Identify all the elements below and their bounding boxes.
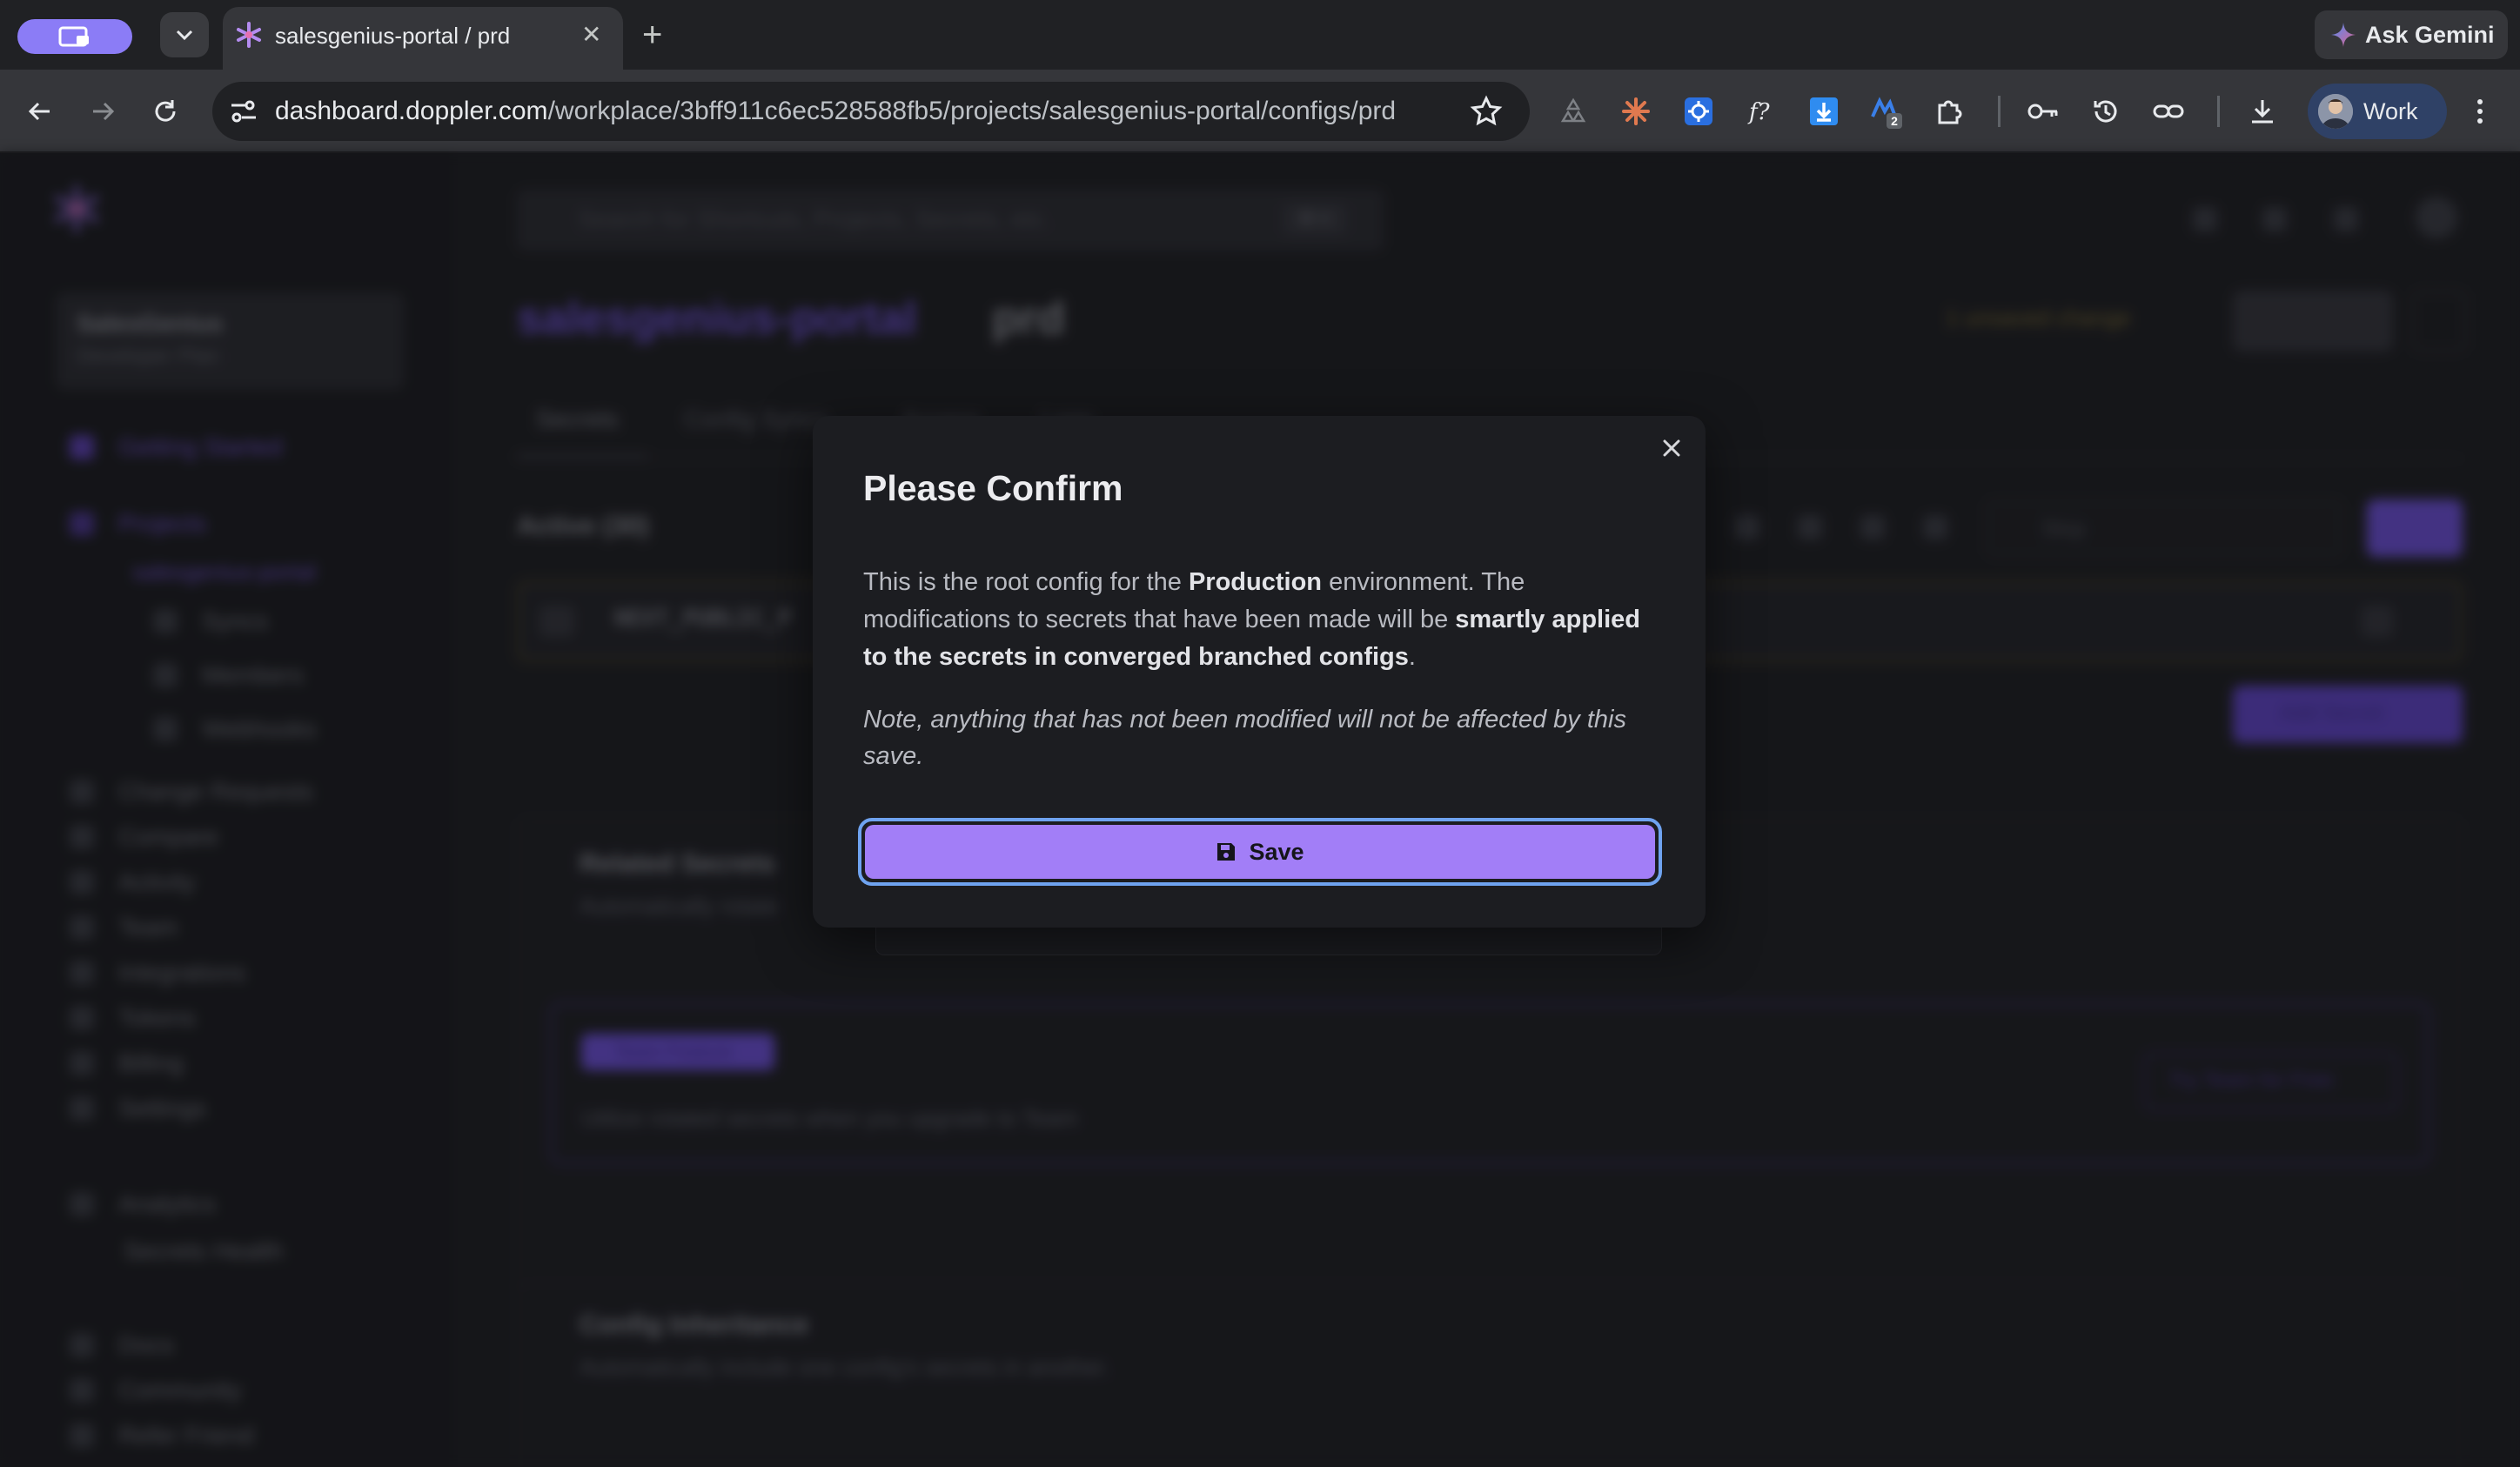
bookmark-star-icon[interactable] xyxy=(1469,94,1504,129)
dialog-body-environment: Production xyxy=(1188,568,1323,596)
tab-close-icon[interactable]: ✕ xyxy=(581,21,601,49)
ask-gemini-button[interactable]: Ask Gemini xyxy=(2315,10,2508,59)
recycle-extension-icon[interactable] xyxy=(1554,92,1592,131)
new-tab-icon[interactable]: + xyxy=(642,17,662,52)
doppler-favicon-icon xyxy=(235,21,263,49)
extensions-puzzle-icon[interactable] xyxy=(1930,92,1968,131)
avatar xyxy=(2318,94,2353,129)
downloads-icon[interactable] xyxy=(2243,92,2282,131)
dialog-body: This is the root config for the Producti… xyxy=(863,564,1660,676)
tab-search-button[interactable] xyxy=(160,12,209,57)
link-icon[interactable] xyxy=(2149,92,2188,131)
dialog-body-suffix: . xyxy=(1408,643,1416,671)
wave-extension-icon[interactable]: 2 xyxy=(1867,92,1906,131)
url-host: dashboard.doppler.com xyxy=(275,97,548,125)
extension-badge-count: 2 xyxy=(1891,114,1898,128)
url-text[interactable]: dashboard.doppler.com/workplace/3bff911c… xyxy=(275,96,1396,127)
close-icon[interactable] xyxy=(1659,435,1685,461)
profile-label: Work xyxy=(2363,97,2418,124)
forward-button[interactable] xyxy=(78,87,127,136)
gemini-sparkle-icon xyxy=(2331,23,2356,47)
reload-icon xyxy=(155,100,176,122)
site-settings-icon[interactable] xyxy=(228,96,259,127)
window-icon xyxy=(58,26,89,47)
download-extension-icon[interactable] xyxy=(1805,92,1843,131)
toolbar-divider xyxy=(2217,96,2220,127)
ask-gemini-label: Ask Gemini xyxy=(2365,21,2495,48)
claude-extension-icon[interactable] xyxy=(1617,92,1655,131)
chevron-down-icon xyxy=(176,30,193,41)
browser-menu-icon[interactable] xyxy=(2461,92,2499,131)
password-key-icon[interactable] xyxy=(2024,92,2062,131)
profile-button[interactable]: Work xyxy=(2308,84,2447,139)
toolbar-divider xyxy=(1998,96,2001,127)
floppy-disk-icon xyxy=(1217,843,1236,861)
modal-underlay-card xyxy=(875,928,1662,955)
gear-extension-icon[interactable] xyxy=(1679,92,1718,131)
history-icon[interactable] xyxy=(2087,92,2125,131)
formula-extension-icon[interactable]: f? xyxy=(1742,92,1780,131)
tab-group-pill[interactable] xyxy=(17,19,132,54)
save-button[interactable]: Save xyxy=(865,825,1655,879)
arrow-right-icon xyxy=(93,102,115,121)
url-path: /workplace/3bff911c6ec528588fb5/projects… xyxy=(547,97,1397,125)
svg-text:f?: f? xyxy=(1747,99,1771,125)
dialog-body-prefix: This is the root config for the xyxy=(863,568,1189,596)
arrow-left-icon xyxy=(28,102,50,121)
tab-title: salesgenius-portal / prd xyxy=(275,23,511,49)
reload-button[interactable] xyxy=(141,87,190,136)
dialog-note: Note, anything that has not been modifie… xyxy=(863,706,1626,770)
save-label: Save xyxy=(1249,838,1304,865)
dialog-title: Please Confirm xyxy=(863,468,1123,508)
back-button[interactable] xyxy=(16,87,64,136)
